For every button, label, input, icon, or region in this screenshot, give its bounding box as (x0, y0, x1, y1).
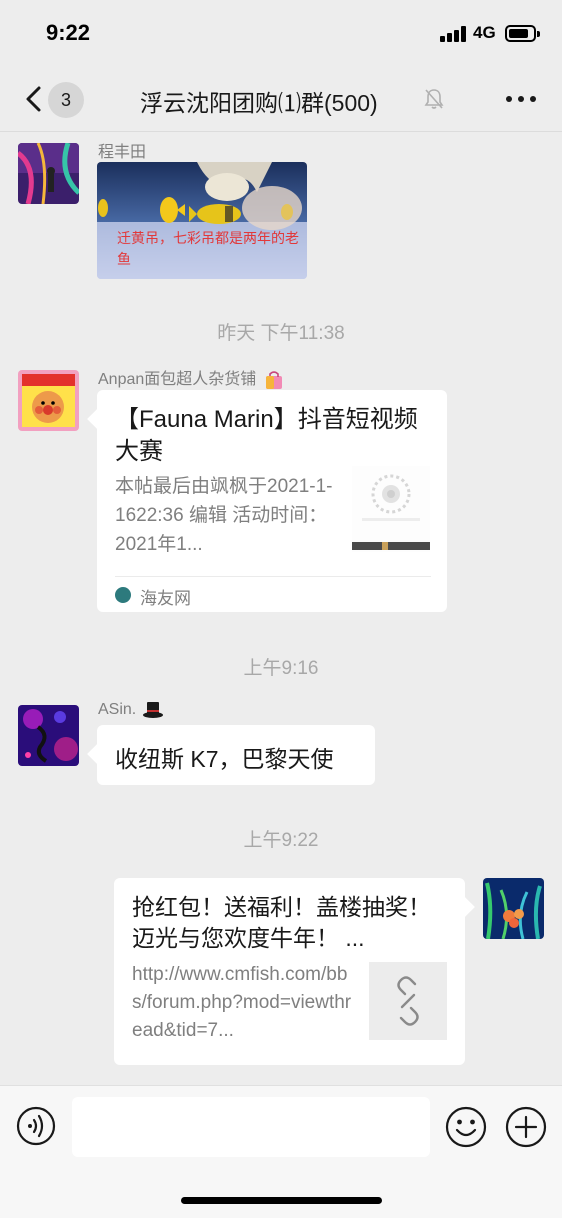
card-divider (115, 576, 431, 577)
more-icon[interactable] (504, 94, 538, 104)
avatar[interactable] (18, 143, 79, 204)
signal-icon (440, 26, 468, 42)
card-source: 海友网 (140, 589, 191, 608)
network-label: 4G (473, 23, 496, 42)
shopping-bag-icon (264, 370, 284, 390)
bell-slash-icon (424, 89, 444, 109)
plus-icon[interactable] (505, 1106, 547, 1148)
sender-name: Anpan面包超人杂货铺 (98, 365, 284, 390)
avatar[interactable] (483, 878, 544, 939)
photo-message[interactable]: 迁黄吊，七彩吊都是两年的老鱼 (97, 162, 307, 279)
sender-name-text: ASin. (98, 701, 137, 719)
link-card-message[interactable]: 【Fauna Marin】抖音短视频大赛 本帖最后由飒枫于2021-1-1622… (87, 390, 447, 612)
avatar[interactable] (18, 705, 79, 766)
unread-badge[interactable]: 3 (48, 82, 84, 118)
link-card-message[interactable]: 抢红包！送福利！盖楼抽奖！迈光与您欢度牛年！ ... http://www.cm… (114, 878, 475, 1065)
chevron-left-icon[interactable] (22, 85, 48, 113)
status-time: 9:22 (46, 20, 91, 45)
emoji-icon[interactable] (445, 1106, 487, 1148)
card-title: 【Fauna Marin】抖音短视频大赛 (115, 406, 418, 465)
time-separator: 昨天 下午11:38 (217, 323, 345, 344)
sender-name-text: Anpan面包超人杂货铺 (98, 371, 257, 388)
status-bar: 9:22 4G (0, 0, 562, 66)
card-description: 本帖最后由飒枫于2021-1-1622:36 编辑 活动时间：2021年1... (115, 476, 333, 555)
sender-name: 程丰田 (98, 144, 147, 161)
sender-name: ASin. (98, 700, 164, 720)
time-separator: 上午9:22 (243, 830, 319, 851)
link-thumbnail (369, 962, 447, 1040)
photo-caption: 迁黄吊，七彩吊都是两年的老鱼 (117, 230, 299, 267)
time-separator: 上午9:16 (243, 658, 319, 679)
home-indicator[interactable] (181, 1197, 382, 1204)
voice-icon[interactable] (16, 1106, 56, 1146)
card-thumbnail (352, 466, 430, 552)
link-title: 抢红包！送福利！盖楼抽奖！迈光与您欢度牛年！ ... (132, 894, 431, 951)
avatar[interactable] (18, 370, 79, 431)
text-message[interactable]: 收纽斯 K7，巴黎天使 (87, 725, 375, 785)
chat-title: 浮云沈阳团购⑴群(500) (140, 90, 378, 116)
battery-icon (505, 25, 540, 42)
link-icon (397, 976, 419, 1026)
site-logo-icon (115, 587, 131, 603)
link-url: http://www.cmfish.com/bbs/forum.php?mod=… (132, 964, 352, 1041)
message-text: 收纽斯 K7，巴黎天使 (115, 746, 334, 772)
message-input[interactable] (72, 1097, 430, 1157)
chat-header: 3 浮云沈阳团购⑴群(500) (0, 66, 562, 132)
top-hat-icon (142, 700, 164, 720)
